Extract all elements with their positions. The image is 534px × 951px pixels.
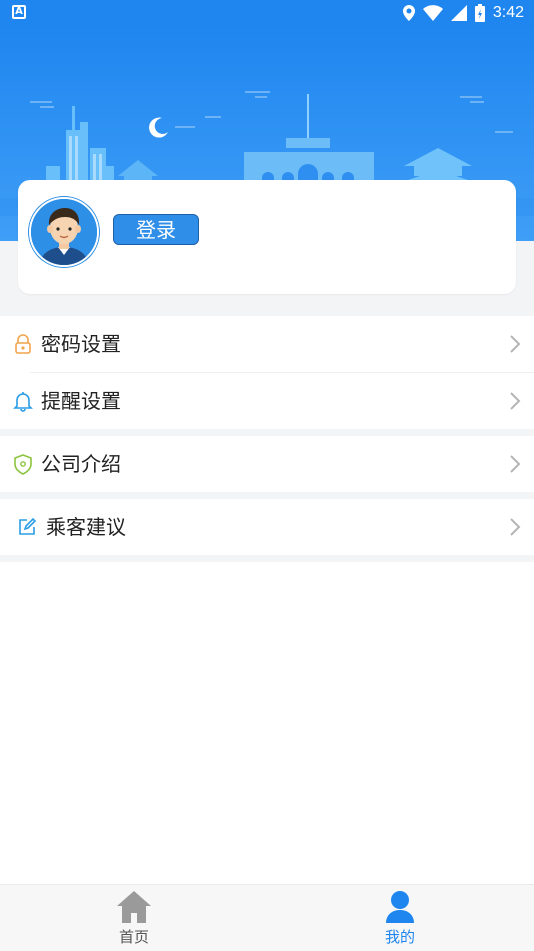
location-icon	[402, 5, 415, 21]
menu-item-suggestion[interactable]: 乘客建议	[0, 499, 534, 555]
bottom-nav: 首页 我的	[0, 884, 534, 951]
menu-item-label: 提醒设置	[41, 389, 121, 413]
login-button[interactable]: 登录	[113, 214, 199, 245]
menu-item-label: 公司介绍	[41, 452, 121, 476]
clock: 3:42	[492, 4, 524, 21]
tab-label: 我的	[384, 928, 415, 946]
edit-icon	[19, 517, 37, 535]
avatar-icon	[31, 199, 97, 265]
signal-icon	[450, 5, 467, 21]
tab-label: 首页	[118, 928, 149, 946]
menu-item-reminder[interactable]: 提醒设置	[0, 373, 534, 429]
divider	[0, 492, 534, 499]
chevron-right-icon	[510, 392, 521, 410]
divider	[0, 429, 534, 436]
bell-icon	[13, 392, 33, 412]
battery-icon	[474, 4, 485, 22]
tab-home[interactable]: 首页	[84, 885, 184, 951]
profile-card: 登录	[18, 180, 516, 294]
lock-icon	[15, 334, 31, 354]
user-icon	[386, 891, 414, 923]
shield-icon	[14, 454, 32, 475]
menu-item-company[interactable]: 公司介绍	[0, 436, 534, 492]
wifi-icon	[422, 5, 443, 21]
menu-item-label: 乘客建议	[46, 515, 126, 539]
status-bar: A 3:42	[0, 0, 534, 26]
menu-item-password[interactable]: 密码设置	[0, 316, 534, 372]
menu-item-label: 密码设置	[41, 332, 121, 356]
avatar[interactable]	[29, 197, 99, 267]
notification-icon: A	[12, 5, 26, 19]
settings-menu: 密码设置 提醒设置 公司介绍 乘客建议	[0, 316, 534, 562]
status-icons: 3:42	[402, 3, 524, 23]
chevron-right-icon	[510, 518, 521, 536]
chevron-right-icon	[510, 455, 521, 473]
tab-mine[interactable]: 我的	[350, 885, 450, 951]
divider	[0, 555, 534, 562]
chevron-right-icon	[510, 335, 521, 353]
home-icon	[117, 891, 151, 923]
